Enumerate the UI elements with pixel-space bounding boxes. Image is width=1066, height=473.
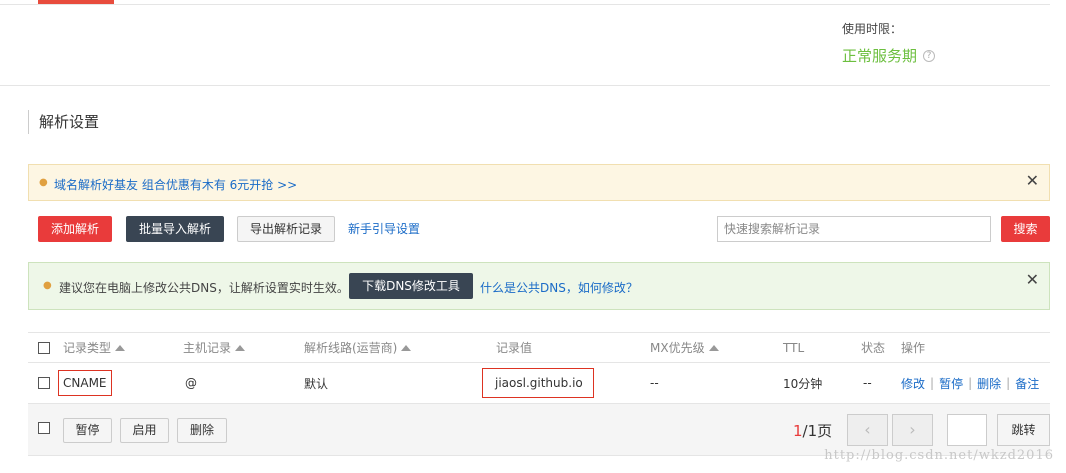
batch-pause-button[interactable]: 暂停 (63, 418, 112, 443)
pause-link[interactable]: 暂停 (939, 375, 963, 392)
page-indicator: 1/1页 (793, 420, 832, 441)
record-mx: -- (650, 376, 659, 390)
batch-import-button[interactable]: 批量导入解析 (126, 216, 224, 242)
record-host: @ (185, 376, 197, 390)
records-table: 记录类型 主机记录 解析线路(运营商) 记录值 MX优先级 TTL 状态 操作 … (28, 332, 1050, 404)
header-ops: 操作 (901, 341, 926, 355)
header-type[interactable]: 记录类型 (63, 333, 126, 362)
promo-notice: ● 域名解析好基友 组合优惠有木有 6元开抢 >> ✕ (28, 164, 1050, 201)
current-page: 1 (793, 422, 803, 440)
record-type-cell: CNAME (58, 363, 112, 403)
guide-settings-link[interactable]: 新手引导设置 (348, 220, 420, 237)
bullet-icon: ● (39, 177, 48, 188)
toolbar: 添加解析 批量导入解析 导出解析记录 新手引导设置 搜索 (38, 216, 1050, 242)
batch-delete-button[interactable]: 删除 (177, 418, 227, 443)
page-number-input[interactable] (947, 414, 987, 446)
usage-period-status: 正常服务期 ? (842, 45, 936, 66)
prev-page-button[interactable]: ‹ (847, 414, 888, 446)
usage-period-label: 使用时限： (842, 22, 903, 36)
sort-asc-icon (708, 344, 719, 351)
separator: | (930, 376, 935, 390)
close-icon[interactable]: ✕ (1026, 270, 1039, 289)
header-ttl: TTL (783, 340, 805, 355)
table-row: CNAME @ 默认 jiaosl.github.io -- 10分钟 -- 修… (28, 363, 1050, 404)
sort-asc-icon (115, 344, 126, 351)
record-status: -- (863, 376, 872, 390)
select-all-cell (38, 333, 50, 362)
row-checkbox[interactable] (38, 377, 50, 389)
search-input[interactable] (717, 216, 991, 242)
watermark: http://blog.csdn.net/wkzd2016 (824, 448, 1054, 463)
dns-notice-text: 建议您在电脑上修改公共DNS，让解析设置实时生效。 (59, 281, 349, 295)
footer-select-all-checkbox[interactable] (38, 422, 50, 434)
chevron-left-icon: ‹ (864, 420, 871, 439)
chevron-right-icon: › (909, 420, 916, 439)
promo-link[interactable]: 域名解析好基友 组合优惠有木有 6元开抢 >> (54, 176, 297, 193)
record-ttl: 10分钟 (783, 376, 823, 391)
header-mx[interactable]: MX优先级 (650, 333, 719, 362)
bullet-icon: ● (43, 280, 52, 291)
help-icon[interactable]: ? (923, 49, 936, 62)
header-status: 状态 (861, 341, 886, 355)
separator: | (968, 376, 973, 390)
record-value-cell: jiaosl.github.io (482, 363, 594, 403)
close-icon[interactable]: ✕ (1026, 171, 1039, 190)
search-button[interactable]: 搜索 (1001, 216, 1050, 242)
top-divider (0, 4, 1050, 5)
usage-status-text: 正常服务期 (842, 47, 918, 65)
separator: | (1006, 376, 1011, 390)
dns-notice: ● 建议您在电脑上修改公共DNS，让解析设置实时生效。 下载DNS修改工具 什么… (28, 262, 1050, 310)
sort-asc-icon (401, 344, 412, 351)
export-records-button[interactable]: 导出解析记录 (237, 216, 335, 242)
header-mx-label: MX优先级 (650, 341, 705, 355)
record-line: 默认 (304, 376, 329, 391)
header-line-label: 解析线路(运营商) (304, 341, 398, 355)
section-title: 解析设置 (28, 110, 99, 134)
usage-period: 使用时限： 正常服务期 ? (842, 20, 936, 66)
header-type-label: 记录类型 (63, 341, 112, 355)
download-dns-tool-button[interactable]: 下载DNS修改工具 (349, 273, 473, 299)
delete-link[interactable]: 删除 (977, 375, 1001, 392)
note-link[interactable]: 备注 (1015, 375, 1039, 392)
add-record-button[interactable]: 添加解析 (38, 216, 112, 242)
header-line[interactable]: 解析线路(运营商) (304, 333, 412, 362)
record-operations: 修改 | 暂停 | 删除 | 备注 (901, 363, 1039, 403)
header-value: 记录值 (496, 341, 533, 355)
jump-button[interactable]: 跳转 (997, 414, 1050, 446)
table-header: 记录类型 主机记录 解析线路(运营商) 记录值 MX优先级 TTL 状态 操作 (28, 332, 1050, 363)
record-value: jiaosl.github.io (482, 368, 594, 398)
header-host[interactable]: 主机记录 (183, 333, 246, 362)
batch-enable-button[interactable]: 启用 (120, 418, 169, 443)
row-select-cell (38, 363, 50, 403)
next-page-button[interactable]: › (892, 414, 933, 446)
sort-asc-icon (235, 344, 246, 351)
public-dns-help-link[interactable]: 什么是公共DNS，如何修改？ (480, 279, 638, 296)
record-type: CNAME (58, 370, 112, 396)
select-all-checkbox[interactable] (38, 341, 50, 354)
header-host-label: 主机记录 (183, 341, 232, 355)
section-divider (0, 85, 1050, 86)
edit-link[interactable]: 修改 (901, 375, 925, 392)
total-pages: /1页 (802, 422, 833, 440)
